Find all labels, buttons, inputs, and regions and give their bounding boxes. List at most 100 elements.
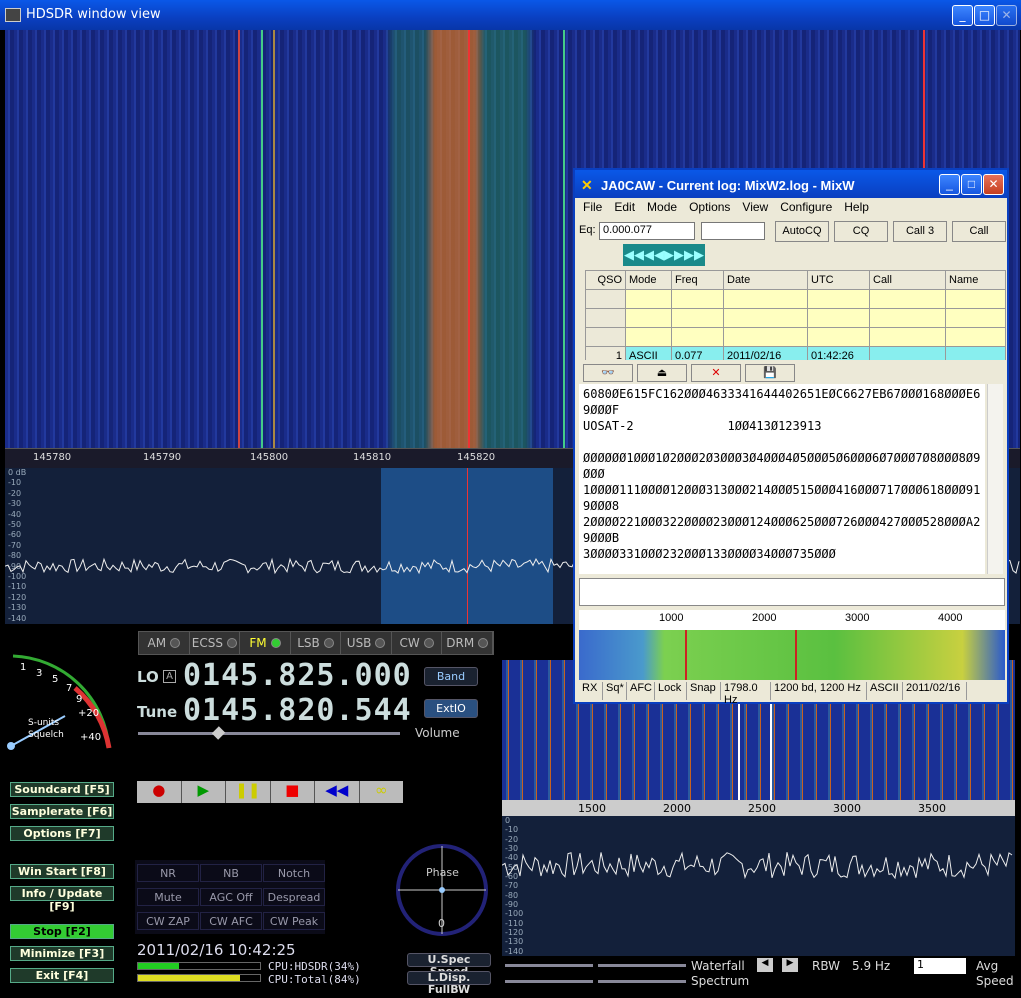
- mixw-minimize-icon[interactable]: _: [939, 174, 960, 195]
- rbw-label: RBW: [812, 959, 841, 973]
- dsp-button[interactable]: AGC Off: [200, 888, 262, 906]
- mixw-waterfall[interactable]: [579, 630, 1005, 680]
- mode-lsb[interactable]: LSB: [291, 632, 342, 654]
- dsp-button[interactable]: Mute: [137, 888, 199, 906]
- side-button[interactable]: Options [F7]: [10, 826, 114, 841]
- af-tick: 1500: [578, 802, 606, 815]
- macro-arrows-icon[interactable]: ◀◀◀◀▶▶▶▶: [623, 244, 705, 266]
- eq-value: 0.000.077: [603, 224, 652, 236]
- tune-frequency[interactable]: 0145.820.544: [183, 693, 412, 728]
- rbw-left-icon[interactable]: ◀: [757, 958, 773, 972]
- mode-fm[interactable]: FM: [240, 632, 291, 654]
- title-bar: HDSDR window view _ □ ✕: [0, 0, 1021, 30]
- eject-icon[interactable]: ⏏: [637, 364, 687, 382]
- save-icon[interactable]: 💾: [745, 364, 795, 382]
- mode-selector: AM ECSS FM LSB USB CW DRM: [138, 631, 494, 655]
- rx-scrollbar[interactable]: [987, 384, 1003, 574]
- menu-item[interactable]: Options: [689, 200, 730, 214]
- stop-icon[interactable]: ■: [270, 781, 314, 803]
- dsp-button[interactable]: CW AFC: [200, 912, 262, 930]
- af-spectrum[interactable]: 0 -10 -20 -30 -40 -50 -60 -70 -80 -90 -100 -110 -120…: [502, 816, 1015, 956]
- tx-input[interactable]: [579, 578, 1005, 606]
- dsp-button[interactable]: NB: [200, 864, 262, 882]
- record-icon[interactable]: ●: [137, 781, 181, 803]
- rbw-right-icon[interactable]: ▶: [782, 958, 798, 972]
- rx-text-window[interactable]: 6080ØE615FC162ØØØ4633341644402651EØC6627…: [579, 384, 985, 574]
- side-button[interactable]: Soundcard [F5]: [10, 782, 114, 797]
- dsp-button[interactable]: CW Peak: [263, 912, 325, 930]
- mode-usb[interactable]: USB: [341, 632, 392, 654]
- minimize-icon[interactable]: _: [952, 5, 973, 26]
- rewind-icon[interactable]: ◀◀: [315, 781, 359, 803]
- transport-bar: ● ▶ ❚❚ ■ ◀◀ ∞: [137, 781, 403, 803]
- call-button[interactable]: Call: [952, 221, 1006, 242]
- side-button[interactable]: Win Start [F8]: [10, 864, 114, 879]
- menu-item[interactable]: File: [583, 200, 602, 214]
- binoculars-icon[interactable]: 👓: [583, 364, 633, 382]
- squelch-label: Squelch: [28, 730, 64, 740]
- log-header: UTC: [807, 270, 870, 290]
- af-tick: 3500: [918, 802, 946, 815]
- table-row[interactable]: [585, 308, 1006, 328]
- delete-icon[interactable]: ✕: [691, 364, 741, 382]
- log-header: Mode: [625, 270, 672, 290]
- side-button[interactable]: Samplerate [F6]: [10, 804, 114, 819]
- menu-item[interactable]: Help: [844, 200, 869, 214]
- status-field: 1798.0 Hz: [721, 682, 771, 706]
- volume-slider-thumb[interactable]: [211, 726, 226, 740]
- menu-item[interactable]: Edit: [614, 200, 635, 214]
- loop-icon[interactable]: ∞: [359, 781, 403, 803]
- dsp-button[interactable]: Despread: [263, 888, 325, 906]
- dsp-button[interactable]: Notch: [263, 864, 325, 882]
- cpu-total-label: CPU:Total(84%): [268, 973, 361, 986]
- audio-tick: 3000: [845, 612, 870, 624]
- play-icon[interactable]: ▶: [181, 781, 225, 803]
- table-row[interactable]: [585, 289, 1006, 309]
- extio-button[interactable]: ExtIO: [424, 699, 478, 718]
- slider[interactable]: [598, 964, 686, 967]
- side-button[interactable]: Info / Update [F9]: [10, 886, 114, 913]
- dsp-button[interactable]: NR: [137, 864, 199, 882]
- eq-select[interactable]: 0.000.077: [599, 222, 695, 240]
- phase-label: Phase: [426, 866, 459, 879]
- log-cell: 2011/02/16: [723, 346, 808, 360]
- menu-item[interactable]: Mode: [647, 200, 677, 214]
- mode-drm[interactable]: DRM: [442, 632, 494, 654]
- tune-label: Tune: [137, 703, 178, 721]
- side-button[interactable]: Minimize [F3]: [10, 946, 114, 961]
- lo-lock-toggle[interactable]: A: [163, 670, 176, 683]
- side-button[interactable]: Stop [F2]: [10, 924, 114, 939]
- log-header: Freq: [671, 270, 724, 290]
- uspec-speed-button[interactable]: U.Spec Speed: [407, 953, 491, 978]
- dsp-button[interactable]: CW ZAP: [137, 912, 199, 930]
- maximize-icon[interactable]: □: [974, 5, 995, 26]
- menu-item[interactable]: View: [742, 200, 768, 214]
- volume-slider[interactable]: [138, 726, 400, 740]
- cpu-total-bar: [137, 974, 261, 982]
- table-row[interactable]: [585, 327, 1006, 347]
- mode-select[interactable]: [701, 222, 765, 240]
- mode-am[interactable]: AM: [139, 632, 190, 654]
- lo-frequency[interactable]: 0145.825.000: [183, 658, 412, 693]
- mixw-close-icon[interactable]: ✕: [983, 174, 1004, 195]
- mode-ecss[interactable]: ECSS: [190, 632, 241, 654]
- autocq-button[interactable]: AutoCQ: [775, 221, 829, 242]
- cq-button[interactable]: CQ: [834, 221, 888, 242]
- slider[interactable]: [505, 964, 593, 967]
- band-button[interactable]: Band: [424, 667, 478, 686]
- cpu-hdsdr-label: CPU:HDSDR(34%): [268, 960, 361, 973]
- status-field: Sq*: [603, 682, 627, 700]
- side-button[interactable]: Exit [F4]: [10, 968, 114, 983]
- slider[interactable]: [598, 980, 686, 983]
- mode-cw[interactable]: CW: [392, 632, 443, 654]
- pause-icon[interactable]: ❚❚: [226, 781, 270, 803]
- menu-item[interactable]: Configure: [780, 200, 832, 214]
- table-row[interactable]: 1 ASCII 0.077 2011/02/16 01:42:26: [585, 346, 1006, 360]
- close-icon[interactable]: ✕: [996, 5, 1017, 26]
- slider[interactable]: [505, 980, 593, 983]
- ldisp-fullbw-button[interactable]: L.Disp. FullBW: [407, 971, 491, 996]
- log-header: Call: [869, 270, 946, 290]
- avg-select[interactable]: 1: [914, 958, 966, 974]
- call3-button[interactable]: Call 3: [893, 221, 947, 242]
- mixw-maximize-icon[interactable]: □: [961, 174, 982, 195]
